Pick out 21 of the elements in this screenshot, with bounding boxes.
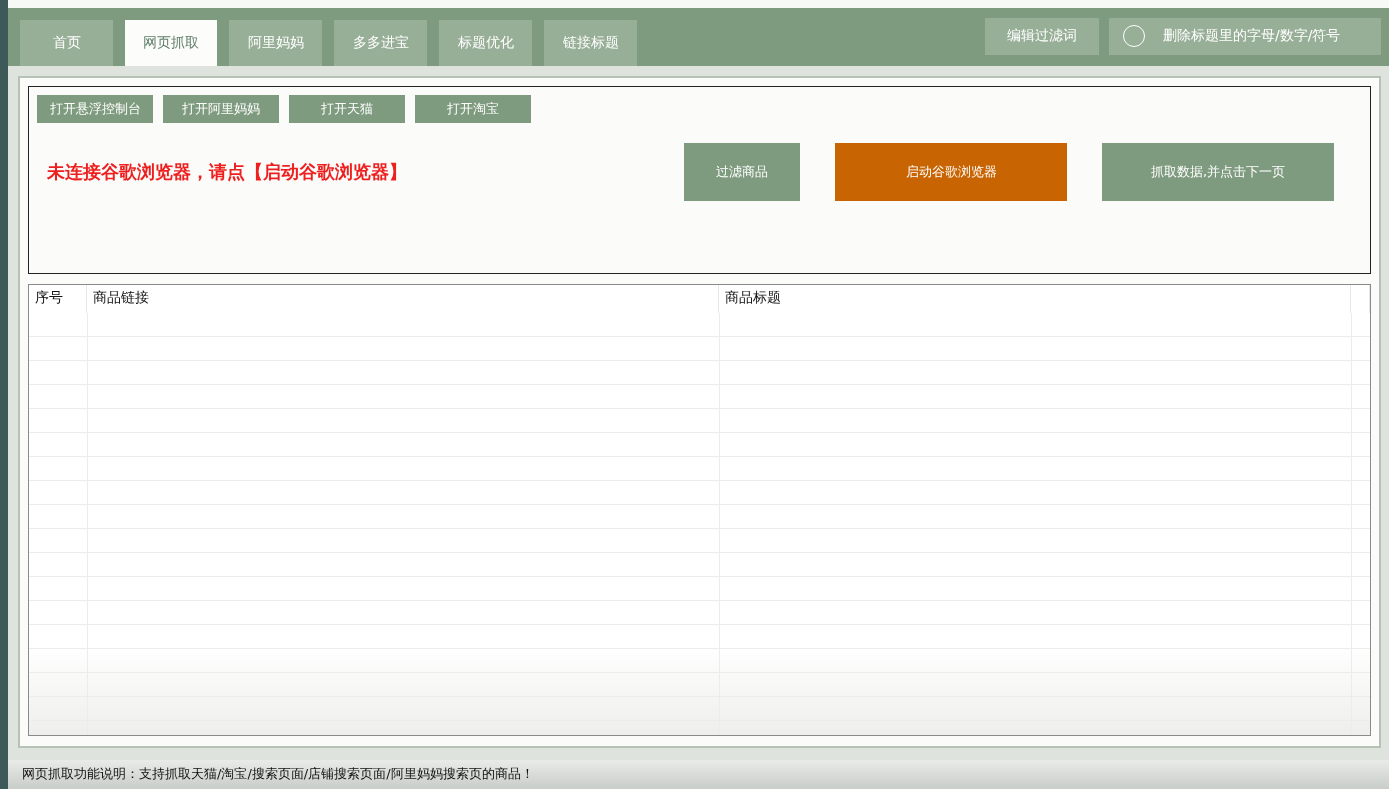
open-button[interactable]: 打开阿里妈妈 xyxy=(163,94,279,123)
open-button[interactable]: 打开淘宝 xyxy=(415,94,531,123)
status-text: 网页抓取功能说明：支持抓取天猫/淘宝/搜索页面/店铺搜索页面/阿里妈妈搜索页的商品！ xyxy=(22,765,534,784)
tab[interactable]: 网页抓取 xyxy=(125,19,217,66)
action-button[interactable]: 过滤商品 xyxy=(684,142,800,201)
option-label: 删除标题里的字母/数字/符号 xyxy=(1163,27,1341,46)
tab[interactable]: 阿里妈妈 xyxy=(229,19,322,66)
status-message: 未连接谷歌浏览器，请点【启动谷歌浏览器】 xyxy=(46,159,407,184)
option-toggle[interactable]: 删除标题里的字母/数字/符号 xyxy=(1109,17,1381,55)
tab[interactable]: 首页 xyxy=(20,19,113,66)
column-header: 序号 xyxy=(29,284,87,313)
action-button[interactable]: 抓取数据,并点击下一页 xyxy=(1102,142,1334,201)
column-header: 商品标题 xyxy=(719,284,1351,313)
column-header: 商品链接 xyxy=(87,284,719,313)
tab[interactable]: 多多进宝 xyxy=(334,19,427,66)
open-button[interactable]: 打开悬浮控制台 xyxy=(37,94,153,123)
tab[interactable]: 标题优化 xyxy=(439,19,532,66)
action-button[interactable]: 启动谷歌浏览器 xyxy=(835,142,1067,201)
edit-filter-words-button[interactable]: 编辑过滤词 xyxy=(985,17,1099,55)
open-button[interactable]: 打开天猫 xyxy=(289,94,405,123)
tab[interactable]: 链接标题 xyxy=(544,19,637,66)
